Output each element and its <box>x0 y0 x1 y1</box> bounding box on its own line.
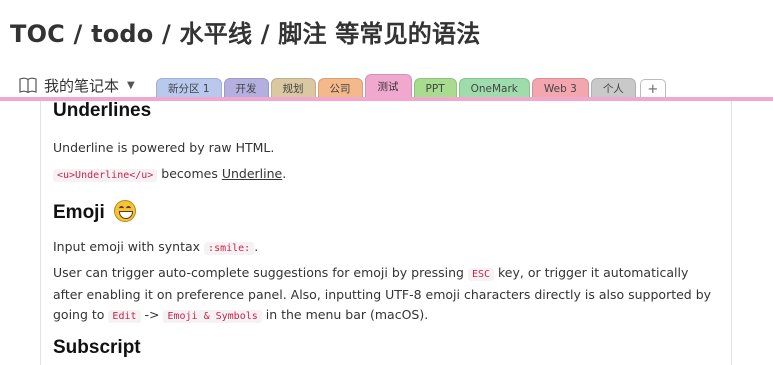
tab-1[interactable]: 开发 <box>223 78 269 98</box>
emoji-autocomplete-text: User can trigger auto-complete suggestio… <box>53 265 712 323</box>
smile-emoji-icon <box>114 200 137 222</box>
period-text: . <box>282 166 287 181</box>
note-content[interactable]: Underlines Underline is powered by raw H… <box>40 101 732 365</box>
notebook-icon <box>19 77 37 94</box>
page-title: TOC / todo / 水平线 / 脚注 等常见的语法 <box>10 20 481 48</box>
heading-subscript: Subscript <box>53 337 141 358</box>
tab-5[interactable]: PPT <box>413 78 457 98</box>
chevron-down-icon[interactable]: ▼ <box>127 80 135 91</box>
tab-3[interactable]: 公司 <box>317 78 363 98</box>
add-tab-button[interactable]: + <box>639 79 666 98</box>
underline-description: Underline is powered by raw HTML. <box>53 140 275 155</box>
underlined-text: Underline <box>221 166 283 181</box>
notebook-selector[interactable]: 我的笔记本 ▼ <box>18 74 135 96</box>
tab-4[interactable]: 测试 <box>364 74 412 98</box>
underline-code: <u>Underline</u> <box>53 169 158 182</box>
heading-emoji: Emoji <box>53 200 731 224</box>
edit-code: Edit <box>108 310 141 323</box>
tab-8[interactable]: 个人 <box>590 78 636 98</box>
esc-code: ESC <box>467 268 495 281</box>
heading-underlines: Underlines <box>53 101 152 121</box>
section-tabs: 新分区 1 开发 规划 公司 测试 PPT OneMark Web 3 个人 + <box>156 74 666 98</box>
becomes-text: becomes <box>157 166 222 181</box>
tab-7[interactable]: Web 3 <box>531 78 589 98</box>
tab-6[interactable]: OneMark <box>458 78 530 98</box>
tab-2[interactable]: 规划 <box>270 78 316 98</box>
underline-example: <u>Underline</u> becomes Underline. <box>53 164 731 186</box>
emoji-heading-label: Emoji <box>53 202 105 223</box>
smile-code: :smile: <box>204 242 255 255</box>
emoji-syntax-text: Input emoji with syntax :smile:. <box>53 239 259 255</box>
tab-0[interactable]: 新分区 1 <box>156 78 222 98</box>
emoji-symbols-code: Emoji & Symbols <box>163 310 262 323</box>
notebook-label: 我的笔记本 <box>44 76 120 95</box>
